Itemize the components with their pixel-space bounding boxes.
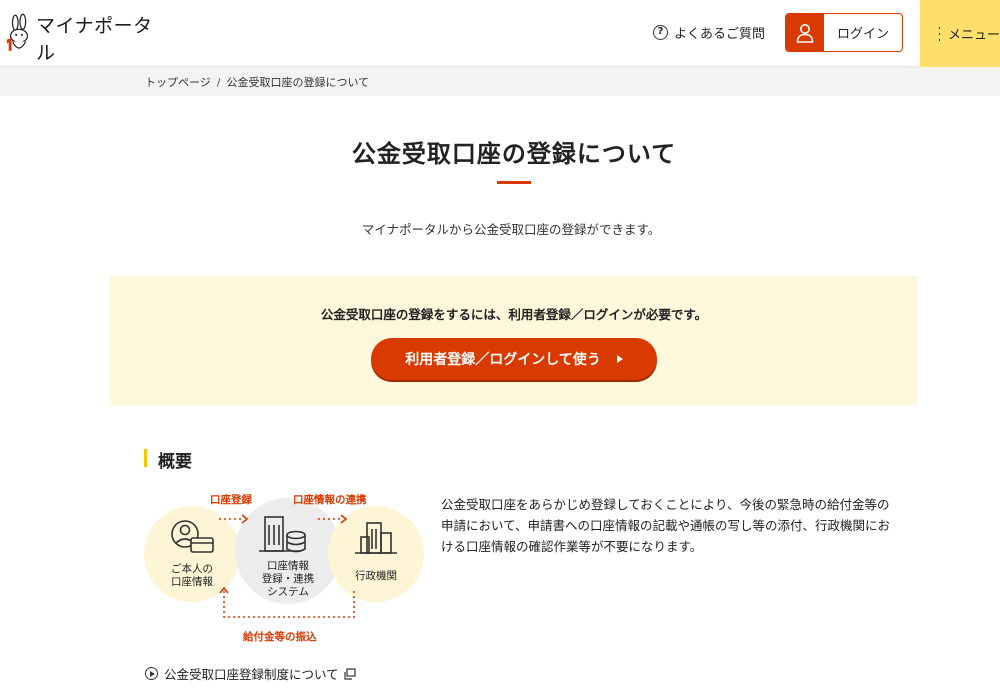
related-system-link[interactable]: 公金受取口座登録制度について xyxy=(145,664,356,683)
faq-label: よくあるご質問 xyxy=(674,27,766,42)
section-accent-bar xyxy=(144,449,147,467)
breadcrumb-item-current: 公金受取口座の登録について xyxy=(226,76,370,89)
login-notice-box: 公金受取口座の登録をするには、利用者登録／ログインが必要です。 利用者登録／ログ… xyxy=(110,276,918,405)
site-header: マイナポータル ? よくあるご質問 ログイン メニュー xyxy=(0,0,1000,67)
benefit-transfer-label: 給付金等の振込 xyxy=(243,631,317,643)
account-flow-diagram: 口座登録 口座情報の連携 給付金等の振込 ご本人の 口座情報 口座情報 登録・連携シ… xyxy=(140,485,435,645)
lead-text: マイナポータルから公金受取口座の登録ができます。 xyxy=(361,222,661,237)
breadcrumb: トップページ / 公金受取口座の登録について xyxy=(145,74,369,90)
overview-heading: 概要 xyxy=(158,452,192,472)
external-link-icon xyxy=(344,667,356,680)
breadcrumb-bar: トップページ / 公金受取口座の登録について xyxy=(0,67,1000,96)
page-title: 公金受取口座の登録について xyxy=(351,140,677,168)
arrowhead-top-left xyxy=(241,514,249,524)
notice-text: 公金受取口座の登録をするには、利用者登録／ログインが必要です。 xyxy=(320,307,708,322)
related-link-label: 公金受取口座登録制度について xyxy=(164,667,339,682)
arrow-right-icon xyxy=(616,355,623,363)
person-card-icon xyxy=(171,520,214,553)
breadcrumb-item-top[interactable]: トップページ xyxy=(145,76,211,89)
login-label: ログイン xyxy=(836,27,889,42)
menu-button[interactable]: メニュー xyxy=(920,0,1000,67)
register-login-button[interactable]: 利用者登録／ログインして使う xyxy=(371,338,657,380)
play-circle-icon xyxy=(145,667,158,680)
title-underline xyxy=(497,181,531,184)
system-label: 口座情報 登録・連携 システム xyxy=(261,560,315,598)
login-button[interactable]: ログイン xyxy=(785,13,903,52)
personal-account-label: ご本人の 口座情報 xyxy=(171,563,213,588)
breadcrumb-separator: / xyxy=(216,76,221,89)
account-register-label: 口座登録 xyxy=(210,494,252,506)
register-login-label: 利用者登録／ログインして使う xyxy=(405,352,601,368)
hamburger-icon xyxy=(939,23,940,45)
faq-link[interactable]: ? よくあるご質問 xyxy=(653,23,765,42)
logo-text: マイナポータル xyxy=(35,15,153,64)
account-link-label: 口座情報の連携 xyxy=(293,494,367,506)
overview-description: 公金受取口座をあらかじめ登録しておくことにより、今後の緊急時の給付金等の申請にお… xyxy=(441,497,891,554)
menu-label: メニュー xyxy=(947,28,1000,43)
mynaportal-logo[interactable]: マイナポータル xyxy=(4,12,164,64)
rabbit-mascot-icon xyxy=(6,13,29,51)
government-building-icon xyxy=(355,522,397,554)
government-label: 行政機関 xyxy=(355,570,397,582)
user-icon xyxy=(786,14,824,51)
question-circle-icon: ? xyxy=(653,25,668,40)
arrowhead-top-right xyxy=(340,514,348,524)
server-building-icon xyxy=(259,516,306,553)
